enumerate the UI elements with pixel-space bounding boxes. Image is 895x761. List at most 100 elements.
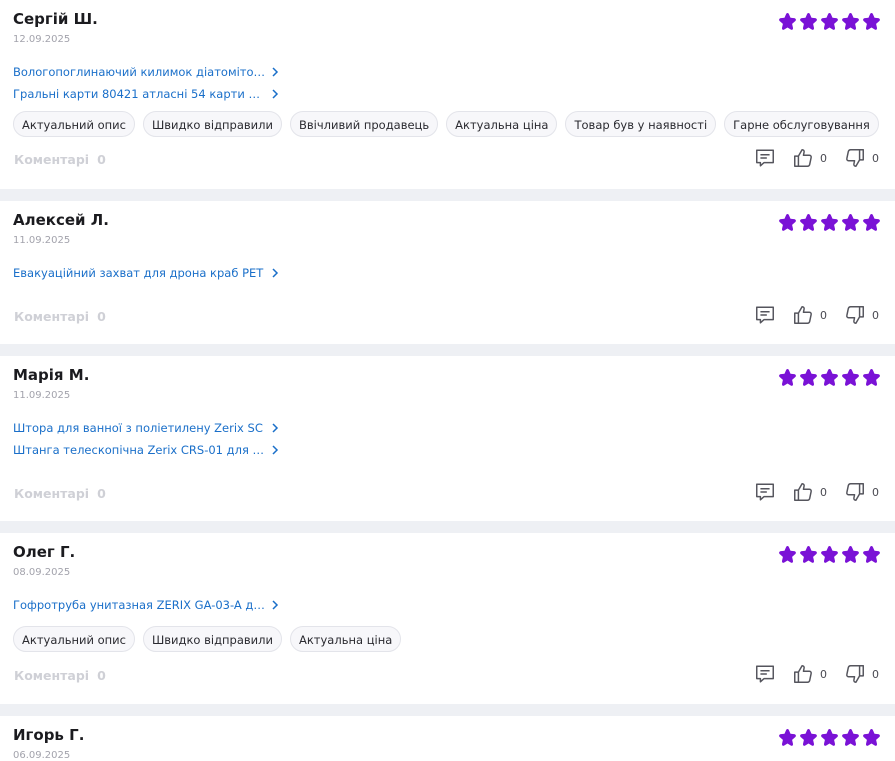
review-author: Олег Г. <box>13 543 76 561</box>
product-link[interactable]: Вологопоглинаючий килимок діатомітовий <box>13 61 279 83</box>
product-name: Гофротруба унитазная ZERIX GA-03-A для у… <box>13 598 267 612</box>
rating-stars <box>778 545 881 564</box>
thumbs-up-icon[interactable] <box>792 147 814 169</box>
review-card: Алексей Л. 11.09.2025 Евакуаційний захват … <box>0 201 895 344</box>
comment-icon[interactable] <box>754 663 776 685</box>
thumbs-up-icon[interactable] <box>792 481 814 503</box>
star-icon <box>821 728 838 746</box>
chevron-right-icon <box>272 268 279 278</box>
star-icon <box>842 728 859 746</box>
dislikes-count: 0 <box>872 485 879 499</box>
comments-toggle[interactable]: Коментарі 0 <box>14 668 106 683</box>
dislikes-count: 0 <box>872 667 879 681</box>
review-card: Игорь Г. 06.09.2025 <box>0 716 895 761</box>
star-icon <box>821 368 838 386</box>
review-actions: 00 <box>754 481 882 503</box>
star-icon <box>800 545 817 563</box>
review-date: 08.09.2025 <box>13 567 71 578</box>
comments-count: 0 <box>97 152 106 167</box>
chevron-right-icon <box>272 600 279 610</box>
product-name: Вологопоглинаючий килимок діатомітовий <box>13 65 267 79</box>
review-tag[interactable]: Актуальний опис <box>13 111 135 137</box>
review-tag[interactable]: Актуальний опис <box>13 626 135 652</box>
comments-label: Коментарі <box>14 668 90 683</box>
star-icon <box>842 545 859 563</box>
comments-label: Коментарі <box>14 309 90 324</box>
star-icon <box>800 728 817 746</box>
review-date: 12.09.2025 <box>13 34 71 45</box>
star-icon <box>800 213 817 231</box>
review-author: Сергій Ш. <box>13 10 98 28</box>
comments-toggle[interactable]: Коментарі 0 <box>14 152 106 167</box>
product-name: Евакуаційний захват для дрона краб PET <box>13 266 264 280</box>
comments-toggle[interactable]: Коментарі 0 <box>14 486 106 501</box>
comment-icon[interactable] <box>754 481 776 503</box>
thumbs-down-icon[interactable] <box>844 481 866 503</box>
review-tag[interactable]: Актуальна ціна <box>446 111 558 137</box>
product-link[interactable]: Гральні карти 80421 атласні 54 карти для… <box>13 83 279 105</box>
thumbs-down-icon[interactable] <box>844 304 866 326</box>
review-actions: 00 <box>754 663 882 685</box>
chevron-right-icon <box>272 445 279 455</box>
review-tag[interactable]: Швидко відправили <box>142 626 282 652</box>
product-name: Штанга телескопічна Zerix CRS-01 для ван… <box>13 443 267 457</box>
review-author: Игорь Г. <box>13 726 85 744</box>
rating-stars <box>778 12 881 31</box>
dislikes-count: 0 <box>872 308 879 322</box>
product-link[interactable]: Штанга телескопічна Zerix CRS-01 для ван… <box>13 439 279 461</box>
comment-icon[interactable] <box>754 304 776 326</box>
star-icon <box>779 213 796 231</box>
thumbs-down-icon[interactable] <box>844 147 866 169</box>
product-link[interactable]: Гофротруба унитазная ZERIX GA-03-A для у… <box>13 594 279 616</box>
product-link[interactable]: Штора для ванної з поліетилену Zerix SC <box>13 417 279 439</box>
dislikes-count: 0 <box>872 151 879 165</box>
review-products: Евакуаційний захват для дрона краб PET <box>13 262 279 284</box>
review-products: Штора для ванної з поліетилену Zerix SC Ш… <box>13 417 279 461</box>
rating-stars <box>778 368 881 387</box>
star-icon <box>779 728 796 746</box>
likes-count: 0 <box>820 667 827 681</box>
product-name: Гральні карти 80421 атласні 54 карти для… <box>13 87 267 101</box>
review-products: Вологопоглинаючий килимок діатомітовий Гр… <box>13 61 279 105</box>
star-icon <box>863 368 880 386</box>
review-date: 06.09.2025 <box>13 750 71 761</box>
comments-toggle[interactable]: Коментарі 0 <box>14 309 106 324</box>
review-date: 11.09.2025 <box>13 390 71 401</box>
comments-label: Коментарі <box>14 152 90 167</box>
thumbs-up-icon[interactable] <box>792 304 814 326</box>
review-actions: 00 <box>754 147 882 169</box>
likes-count: 0 <box>820 151 827 165</box>
star-icon <box>863 213 880 231</box>
thumbs-up-icon[interactable] <box>792 663 814 685</box>
review-tag[interactable]: Актуальна ціна <box>289 626 402 652</box>
chevron-right-icon <box>272 67 279 77</box>
star-icon <box>842 12 859 30</box>
product-name: Штора для ванної з поліетилену Zerix SC <box>13 421 263 435</box>
star-icon <box>821 545 838 563</box>
review-tags: Актуальний опис Швидко відправили Актуальн… <box>13 626 402 652</box>
review-tag[interactable]: Гарне обслуговування <box>724 111 879 137</box>
star-icon <box>779 12 796 30</box>
star-icon <box>863 545 880 563</box>
review-tag[interactable]: Швидко відправили <box>142 111 282 137</box>
rating-stars <box>778 728 881 747</box>
review-tags: Актуальний опис Швидко відправили Ввічливи… <box>13 111 879 137</box>
comment-icon[interactable] <box>754 147 776 169</box>
chevron-right-icon <box>272 423 279 433</box>
review-products: Гофротруба унитазная ZERIX GA-03-A для у… <box>13 594 279 616</box>
review-tag[interactable]: Ввічливий продавець <box>289 111 439 137</box>
thumbs-down-icon[interactable] <box>844 663 866 685</box>
review-card: Олег Г. 08.09.2025 Гофротруба унитазная ZE… <box>0 533 895 704</box>
comments-count: 0 <box>97 486 106 501</box>
star-icon <box>842 213 859 231</box>
review-card: Марія М. 11.09.2025 Штора для ванної з пол… <box>0 356 895 521</box>
star-icon <box>821 213 838 231</box>
star-icon <box>779 545 796 563</box>
product-link[interactable]: Евакуаційний захват для дрона краб PET <box>13 262 279 284</box>
star-icon <box>800 368 817 386</box>
comments-label: Коментарі <box>14 486 90 501</box>
review-tag[interactable]: Товар був у наявності <box>565 111 717 137</box>
likes-count: 0 <box>820 485 827 499</box>
comments-count: 0 <box>97 668 106 683</box>
review-date: 11.09.2025 <box>13 235 71 246</box>
